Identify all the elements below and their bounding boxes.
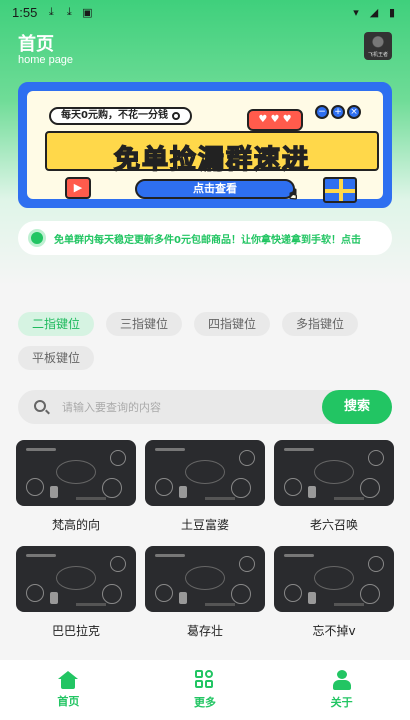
- search-icon: [171, 112, 180, 120]
- layout-title: 忘不掉v: [312, 624, 356, 638]
- banner-headline: 免单捡漏群速进: [113, 144, 310, 176]
- nav-about[interactable]: 关于: [273, 660, 410, 720]
- notice-text: 免单群内每天稳定更新多件0元包邮商品！让你拿快递拿到手软！点击: [54, 234, 361, 246]
- home-icon: [58, 671, 79, 689]
- layout-card[interactable]: 忘不掉v: [274, 546, 394, 642]
- notice-bar[interactable]: 免单群内每天稳定更新多件0元包邮商品！让你拿快递拿到手软！点击: [18, 221, 392, 255]
- page-title: 首页: [18, 34, 54, 55]
- layout-thumbnail: [274, 546, 394, 612]
- window-controls: − + ×: [315, 105, 361, 119]
- play-icon: ▶: [65, 177, 91, 199]
- layout-card[interactable]: 梵高的向: [16, 440, 136, 536]
- nav-label: 关于: [330, 696, 353, 709]
- tab-two-finger[interactable]: 二指键位: [18, 312, 95, 336]
- layout-thumbnail: [274, 440, 394, 506]
- battery-icon: ▮: [388, 5, 396, 19]
- layout-title: 老六召唤: [309, 518, 358, 532]
- plus-icon: +: [331, 105, 345, 119]
- gift-icon: [323, 177, 357, 203]
- nav-more[interactable]: 更多: [137, 660, 274, 720]
- layout-thumbnail: [16, 440, 136, 506]
- user-icon: [332, 670, 352, 690]
- apps-icon: [195, 670, 215, 690]
- search-bar: 搜索: [18, 390, 392, 424]
- banner-view-button[interactable]: 点击查看: [135, 179, 295, 199]
- layout-thumbnail: [145, 546, 265, 612]
- layout-title: 梵高的向: [51, 518, 100, 532]
- status-time: 1:55: [12, 4, 38, 20]
- layout-thumbnail: [16, 546, 136, 612]
- promo-banner[interactable]: 每天0元购，不花一分钱 ♥ ♥ ♥ − + × 免单捡漏群速进 ▶ 点击查看 ☝: [18, 82, 392, 208]
- minimize-icon: −: [315, 105, 329, 119]
- close-icon: ×: [347, 105, 361, 119]
- layout-card[interactable]: 土豆富婆: [145, 440, 265, 536]
- tab-tablet[interactable]: 平板键位: [18, 346, 95, 370]
- search-button[interactable]: 搜索: [322, 390, 392, 424]
- layout-card[interactable]: 巴巴拉克: [16, 546, 136, 642]
- layout-title: 巴巴拉克: [51, 624, 100, 638]
- tab-three-finger[interactable]: 三指键位: [106, 312, 183, 336]
- avatar-caption: 飞机王者: [367, 52, 388, 58]
- search-icon: [34, 400, 46, 412]
- wifi-icon: ▾: [353, 5, 359, 19]
- download-icon: ⤓: [66, 5, 72, 18]
- hearts-icon: ♥ ♥ ♥: [247, 109, 303, 131]
- nav-label: 首页: [57, 695, 80, 708]
- layout-title: 葛存壮: [186, 624, 223, 638]
- layout-card[interactable]: 葛存壮: [145, 546, 265, 642]
- layout-grid: 梵高的向 土豆富婆 老六召唤 巴巴拉克 葛存壮 忘不掉v: [16, 440, 394, 642]
- notice-dot-icon: [28, 229, 46, 247]
- avatar[interactable]: 飞机王者: [364, 32, 392, 60]
- signal-icon: ◢: [369, 5, 379, 19]
- bottom-nav: 首页 更多 关于: [0, 660, 410, 720]
- pointer-icon: ☝: [289, 187, 298, 204]
- page-subtitle: home page: [18, 54, 74, 66]
- banner-tag: 每天0元购，不花一分钱: [49, 107, 192, 125]
- font-icon: ▣: [82, 5, 93, 19]
- status-bar: 1:55 ⤓ ⤓ ▣ ▾ ◢ ▮: [0, 0, 410, 24]
- tab-four-finger[interactable]: 四指键位: [194, 312, 271, 336]
- layout-title: 土豆富婆: [180, 518, 229, 532]
- nav-label: 更多: [194, 696, 216, 709]
- nav-home[interactable]: 首页: [0, 660, 137, 720]
- tab-multi-finger[interactable]: 多指键位: [282, 312, 359, 336]
- layout-thumbnail: [145, 440, 265, 506]
- search-input[interactable]: [62, 390, 292, 424]
- layout-card[interactable]: 老六召唤: [274, 440, 394, 536]
- download-icon: ⤓: [48, 5, 54, 18]
- category-tabs: 二指键位 三指键位 四指键位 多指键位 平板键位: [18, 312, 398, 370]
